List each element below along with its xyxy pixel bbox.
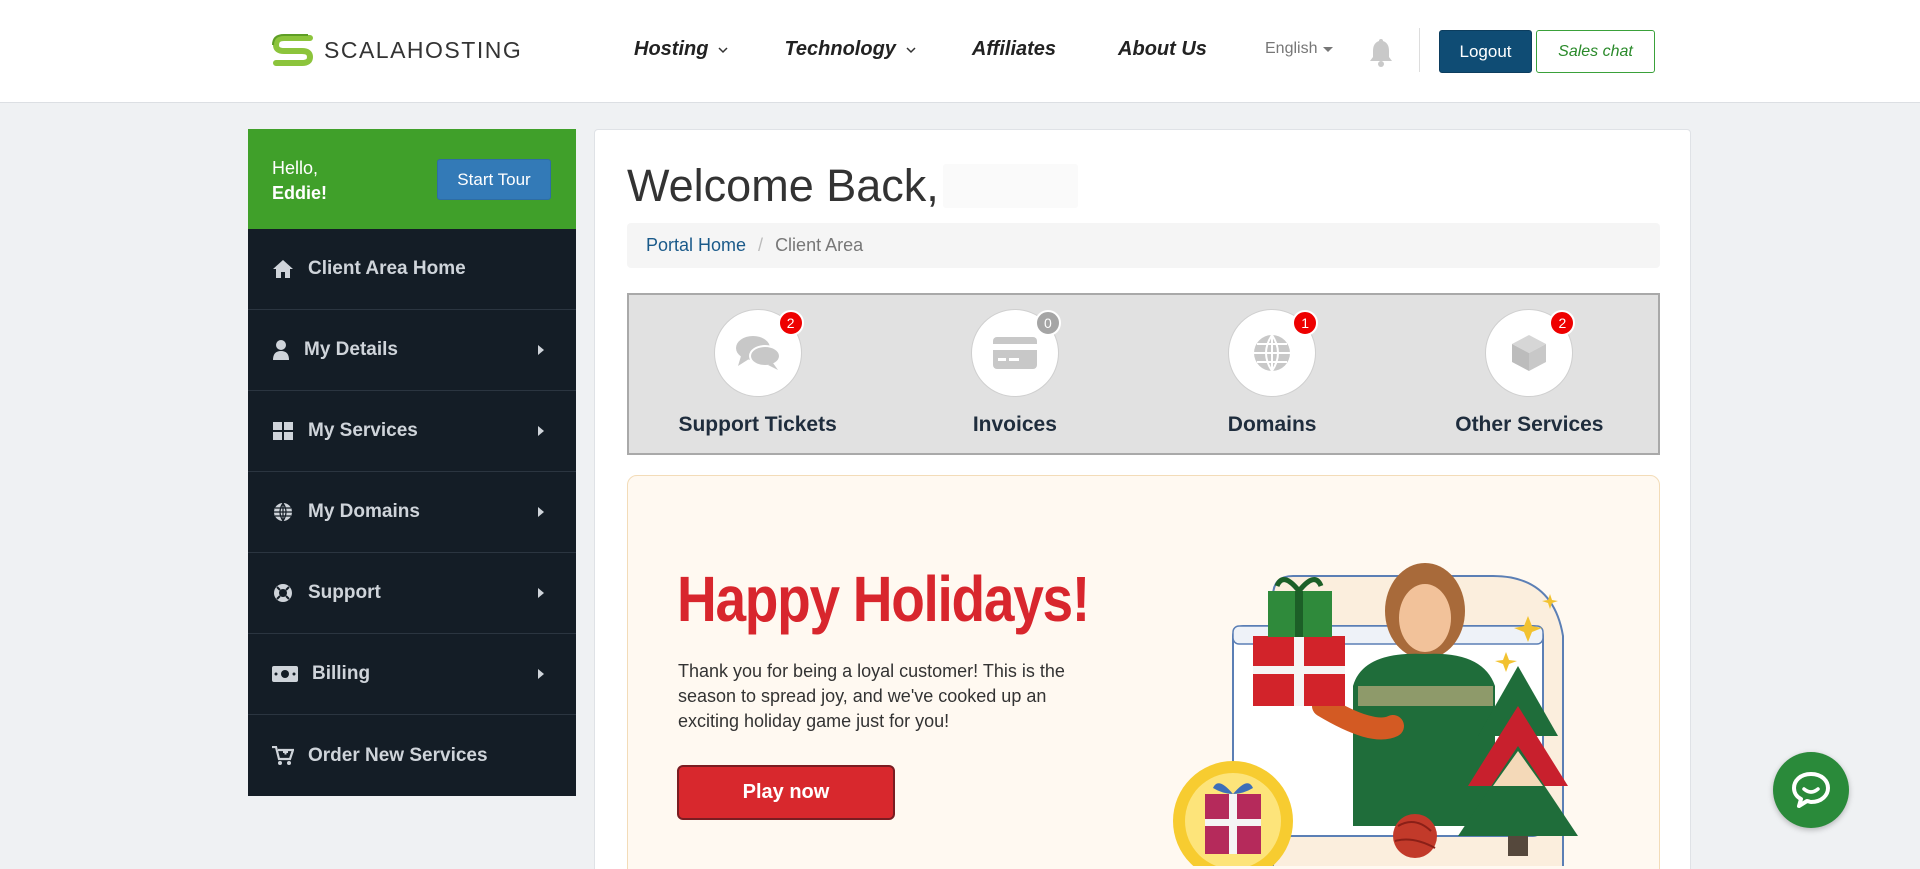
breadcrumb-separator: / <box>758 235 764 255</box>
breadcrumb: Portal Home / Client Area <box>627 223 1660 268</box>
nav-affiliates[interactable]: Affiliates <box>972 38 1056 61</box>
tile-domains[interactable]: 1 Domains <box>1144 295 1401 453</box>
sidebar-item-label: Support <box>308 582 381 603</box>
logout-button[interactable]: Logout <box>1439 30 1532 73</box>
caret-right-icon <box>538 345 544 355</box>
sidebar-item-label: Client Area Home <box>308 258 466 279</box>
cube-icon <box>1512 335 1547 371</box>
nav-hosting-label: Hosting <box>634 38 709 60</box>
header-divider <box>1419 28 1420 72</box>
comments-icon <box>735 336 781 370</box>
tile-icon-circle: 0 <box>970 309 1061 397</box>
user-icon <box>272 339 290 361</box>
nav-technology-label: Technology <box>784 38 896 60</box>
holiday-promo-banner: Happy Holidays! Thank you for being a lo… <box>627 475 1660 869</box>
caret-right-icon <box>538 588 544 598</box>
nav-about-us[interactable]: About Us <box>1118 38 1207 61</box>
caret-down-icon <box>1323 46 1334 52</box>
logo-mark-icon <box>272 34 314 66</box>
home-icon <box>272 258 294 280</box>
sidebar-item-label: My Services <box>308 420 418 441</box>
welcome-text: Welcome Back, <box>627 160 939 211</box>
cart-icon <box>272 745 294 767</box>
nav-affiliates-label: Affiliates <box>971 38 1057 60</box>
main-panel: Welcome Back, Portal Home / Client Area … <box>594 129 1691 869</box>
nav-about-us-label: About Us <box>1118 38 1207 60</box>
promo-text: Thank you for being a loyal customer! Th… <box>678 661 1065 731</box>
sales-chat-button[interactable]: Sales chat <box>1536 30 1655 73</box>
nav-technology[interactable]: Technology <box>784 38 916 61</box>
top-header: SCALAHOSTING Hosting Technology Affiliat… <box>0 0 1920 103</box>
nav-hosting[interactable]: Hosting <box>634 38 728 61</box>
badge-count: 2 <box>777 310 804 336</box>
sidebar-item-order-new-services[interactable]: Order New Services <box>248 715 576 796</box>
tile-label: Domains <box>1227 413 1317 436</box>
badge-count: 0 <box>1034 310 1061 336</box>
start-tour-button[interactable]: Start Tour <box>437 159 551 200</box>
redacted-username <box>942 164 1078 208</box>
badge-count: 1 <box>1292 310 1319 336</box>
sidebar-item-my-domains[interactable]: My Domains <box>248 472 576 553</box>
grid-icon <box>272 420 294 442</box>
chevron-down-icon <box>906 46 916 53</box>
breadcrumb-portal-home[interactable]: Portal Home <box>646 235 746 256</box>
tile-label: Support Tickets <box>678 413 837 436</box>
badge-count: 2 <box>1549 310 1576 336</box>
caret-right-icon <box>538 426 544 436</box>
tile-label: Invoices <box>972 413 1057 436</box>
sidebar-item-label: Order New Services <box>308 744 488 766</box>
globe-icon <box>1254 334 1291 372</box>
tile-other-services[interactable]: 2 Other Services <box>1401 295 1658 453</box>
tile-icon-circle: 2 <box>713 309 804 397</box>
logo-text: SCALAHOSTING <box>324 36 523 63</box>
caret-right-icon <box>538 507 544 517</box>
sidebar-menu: Client Area Home My Details My Services … <box>248 229 576 796</box>
promo-title: Happy Holidays! <box>677 563 1090 635</box>
sidebar: Hello, Eddie! Start Tour Client Area Hom… <box>248 129 576 796</box>
holiday-illustration <box>1173 563 1578 866</box>
money-icon <box>272 663 298 685</box>
language-label: English <box>1265 40 1318 57</box>
tile-icon-circle: 2 <box>1485 309 1576 397</box>
credit-card-icon <box>992 337 1037 369</box>
page-title: Welcome Back, <box>627 160 1078 212</box>
scalahosting-logo[interactable]: SCALAHOSTING <box>270 32 522 68</box>
sidebar-item-label: My Details <box>304 339 398 360</box>
sidebar-item-label: Billing <box>312 663 371 684</box>
sidebar-item-my-services[interactable]: My Services <box>248 391 576 472</box>
sidebar-item-client-area-home[interactable]: Client Area Home <box>248 229 576 310</box>
greeting-hello: Hello, <box>272 158 319 178</box>
greeting-panel: Hello, Eddie! Start Tour <box>248 129 576 229</box>
tile-support-tickets[interactable]: 2 Support Tickets <box>629 295 886 453</box>
sidebar-item-billing[interactable]: Billing <box>248 634 576 715</box>
live-chat-button[interactable] <box>1773 752 1849 828</box>
sidebar-item-label: My Domains <box>308 501 420 522</box>
chat-bubble-icon <box>1792 772 1830 808</box>
greeting-username: Eddie! <box>272 183 328 203</box>
chevron-down-icon <box>718 46 728 53</box>
bell-icon[interactable] <box>1368 37 1394 67</box>
lifebuoy-icon <box>272 582 294 604</box>
tile-icon-circle: 1 <box>1228 309 1319 397</box>
globe-icon <box>272 501 294 523</box>
stat-tiles: 2 Support Tickets 0 Invoices 1 Domains 2… <box>627 293 1660 455</box>
tile-label: Other Services <box>1455 413 1604 436</box>
sidebar-item-my-details[interactable]: My Details <box>248 310 576 391</box>
play-now-button[interactable]: Play now <box>677 765 895 820</box>
sidebar-item-support[interactable]: Support <box>248 553 576 634</box>
greeting-text: Hello, Eddie! <box>272 156 327 206</box>
caret-right-icon <box>538 669 544 679</box>
tile-invoices[interactable]: 0 Invoices <box>886 295 1143 453</box>
main-nav: Hosting Technology Affiliates About Us <box>634 38 1207 61</box>
language-selector[interactable]: English <box>1265 40 1334 58</box>
breadcrumb-current: Client Area <box>775 235 864 255</box>
